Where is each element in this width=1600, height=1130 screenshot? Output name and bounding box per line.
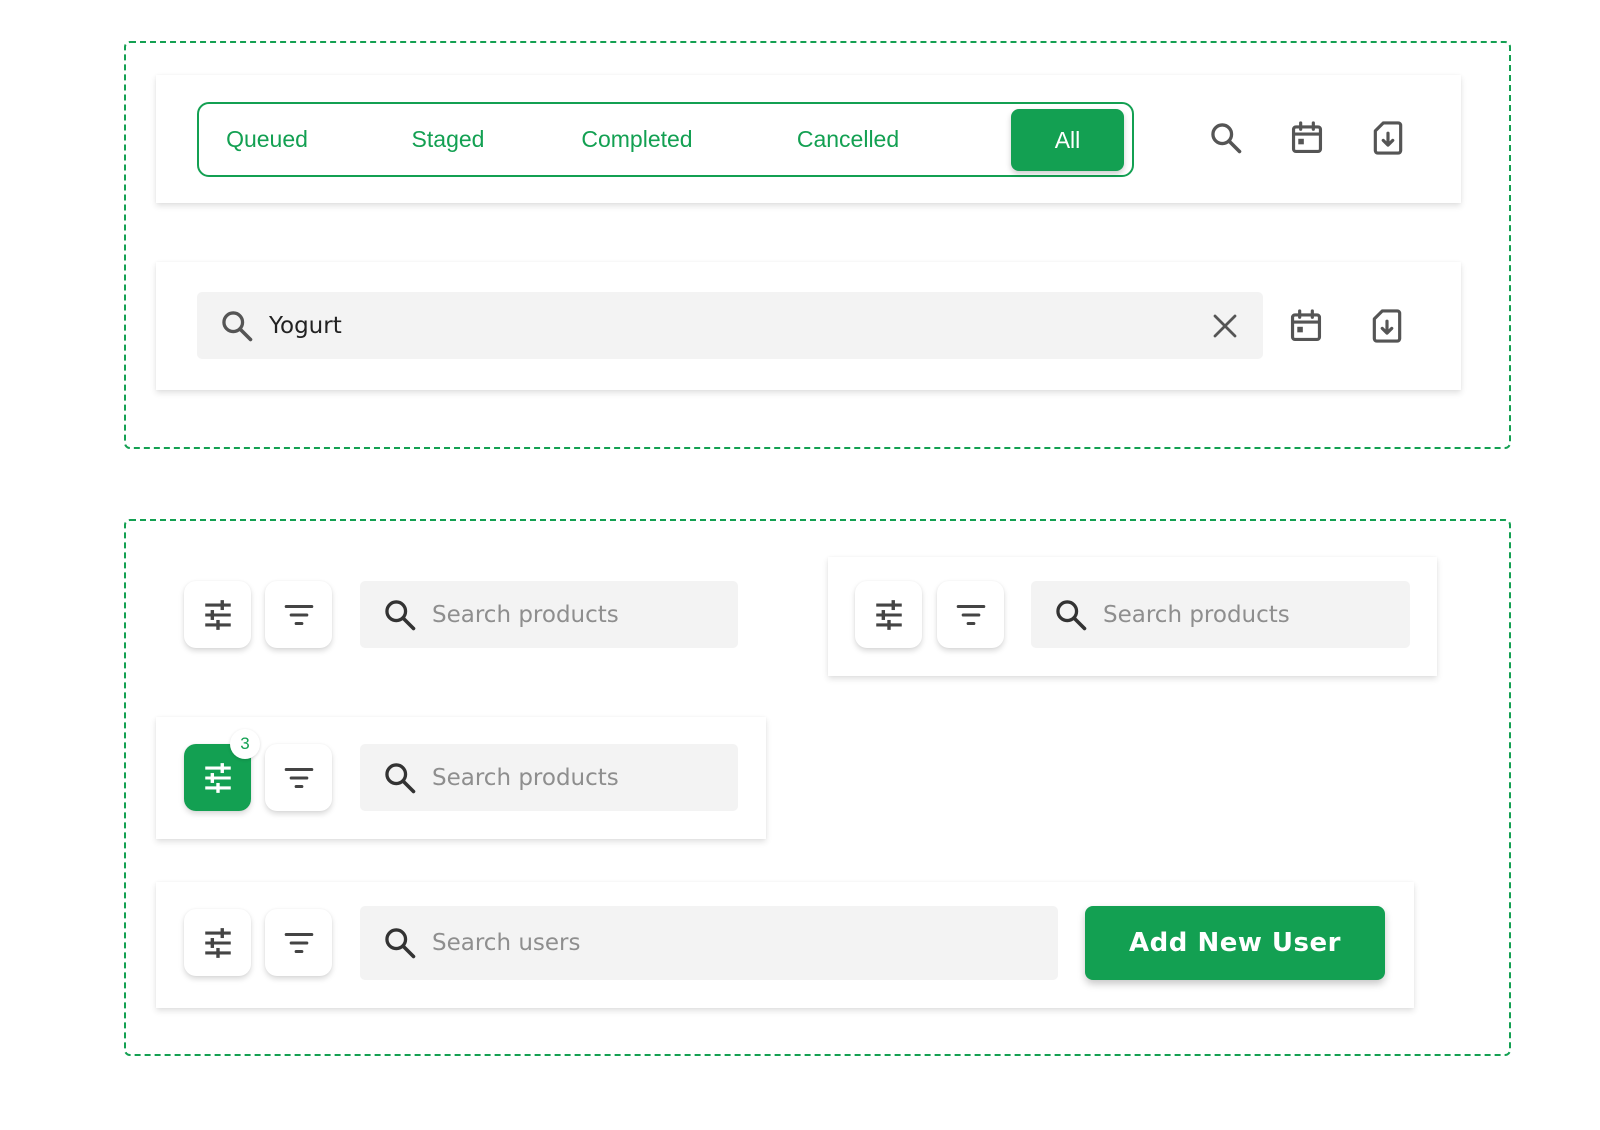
- sort-filter-button[interactable]: [937, 581, 1004, 648]
- calendar-button[interactable]: [1287, 118, 1327, 158]
- filter-icon: [282, 926, 316, 960]
- sort-filter-button[interactable]: [265, 909, 332, 976]
- adjust-filters-button[interactable]: [184, 581, 251, 648]
- product-search-field: [360, 744, 738, 811]
- search-button[interactable]: [1206, 118, 1246, 158]
- tab-completed[interactable]: Completed: [567, 104, 707, 175]
- search-field: [197, 292, 1263, 359]
- product-search-field: [360, 581, 738, 648]
- tab-staged[interactable]: Staged: [398, 104, 498, 175]
- adjust-filters-button[interactable]: [184, 909, 251, 976]
- search-icon: [1053, 597, 1089, 633]
- search-input[interactable]: [269, 292, 1207, 359]
- calendar-icon: [1287, 307, 1325, 345]
- add-new-user-button[interactable]: Add New User: [1085, 906, 1385, 980]
- tab-label: All: [1054, 126, 1081, 153]
- search-icon: [382, 925, 418, 961]
- product-search-field: [1031, 581, 1410, 648]
- filter-icon: [282, 761, 316, 795]
- user-search-field: [360, 906, 1058, 980]
- filter-icon: [282, 598, 316, 632]
- filter-count-badge: 3: [230, 729, 260, 759]
- sort-filter-button[interactable]: [265, 581, 332, 648]
- status-segmented-control: Queued Staged Completed Cancelled All: [197, 102, 1134, 177]
- tab-label: Completed: [581, 126, 693, 152]
- search-icon: [1208, 120, 1244, 156]
- filter-icon: [954, 598, 988, 632]
- tune-icon: [201, 761, 235, 795]
- adjust-filters-button[interactable]: [855, 581, 922, 648]
- download-file-icon: [1369, 119, 1407, 157]
- download-button[interactable]: [1367, 306, 1407, 346]
- user-search-input[interactable]: [432, 906, 1058, 980]
- tab-label: Cancelled: [796, 126, 900, 152]
- tab-label: Staged: [411, 126, 485, 152]
- calendar-button[interactable]: [1286, 306, 1326, 346]
- search-icon: [382, 760, 418, 796]
- sort-filter-button[interactable]: [265, 744, 332, 811]
- product-search-input[interactable]: [432, 744, 738, 811]
- tab-queued[interactable]: Queued: [217, 104, 317, 175]
- tune-icon: [201, 598, 235, 632]
- search-icon: [219, 308, 255, 344]
- calendar-icon: [1288, 119, 1326, 157]
- tune-icon: [872, 598, 906, 632]
- tab-cancelled[interactable]: Cancelled: [783, 104, 913, 175]
- product-search-input[interactable]: [1103, 581, 1410, 648]
- close-icon: [1210, 311, 1240, 341]
- tab-label: Queued: [226, 126, 308, 152]
- filter-count: 3: [240, 734, 250, 753]
- search-icon: [382, 597, 418, 633]
- product-search-input[interactable]: [432, 581, 738, 648]
- tune-icon: [201, 926, 235, 960]
- tab-all[interactable]: All: [1011, 109, 1124, 171]
- download-button[interactable]: [1368, 118, 1408, 158]
- clear-search-button[interactable]: [1207, 308, 1243, 344]
- download-file-icon: [1368, 307, 1406, 345]
